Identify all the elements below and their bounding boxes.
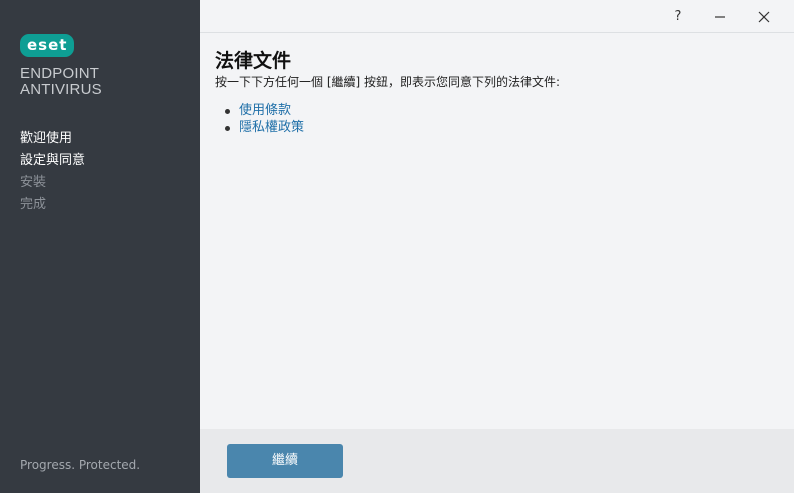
setup-steps: 歡迎使用 設定與同意 安裝 完成 — [20, 128, 85, 216]
minimize-icon — [715, 16, 725, 18]
main-content: 法律文件 按一下下方任何一個 [繼續] 按鈕，即表示您同意下列的法律文件: 使用… — [215, 48, 775, 136]
step-finish: 完成 — [20, 197, 47, 212]
step-welcome: 歡迎使用 — [20, 131, 73, 146]
bullet-icon — [225, 109, 230, 114]
privacy-policy-link[interactable]: 隱私權政策 — [239, 120, 304, 135]
product-name: ENDPOINT ANTIVIRUS — [20, 66, 102, 98]
footer: 繼續 — [200, 429, 794, 493]
step-settings-consent: 設定與同意 — [20, 153, 86, 168]
list-item: 使用條款 — [225, 102, 775, 119]
legal-documents-list: 使用條款 隱私權政策 — [215, 102, 775, 136]
product-name-line2: ANTIVIRUS — [20, 81, 102, 98]
sidebar: eset ENDPOINT ANTIVIRUS 歡迎使用 設定與同意 安裝 完成… — [0, 0, 200, 493]
product-name-line1: ENDPOINT — [20, 65, 100, 82]
help-button[interactable]: ? — [663, 5, 693, 29]
page-title: 法律文件 — [215, 50, 292, 72]
eset-logo-badge: eset — [20, 34, 75, 57]
list-item: 隱私權政策 — [225, 119, 775, 136]
minimize-button[interactable] — [705, 5, 735, 29]
terms-of-use-link[interactable]: 使用條款 — [239, 103, 291, 118]
tagline: Progress. Protected. — [20, 458, 141, 472]
page-subtitle: 按一下下方任何一個 [繼續] 按鈕，即表示您同意下列的法律文件: — [215, 75, 561, 89]
continue-button[interactable]: 繼續 — [227, 444, 343, 478]
title-bar: ? — [200, 0, 794, 33]
eset-logo: eset — [20, 34, 75, 57]
bullet-icon — [225, 126, 230, 131]
close-button[interactable] — [749, 5, 779, 29]
step-install: 安裝 — [20, 175, 47, 190]
close-icon — [758, 11, 770, 23]
